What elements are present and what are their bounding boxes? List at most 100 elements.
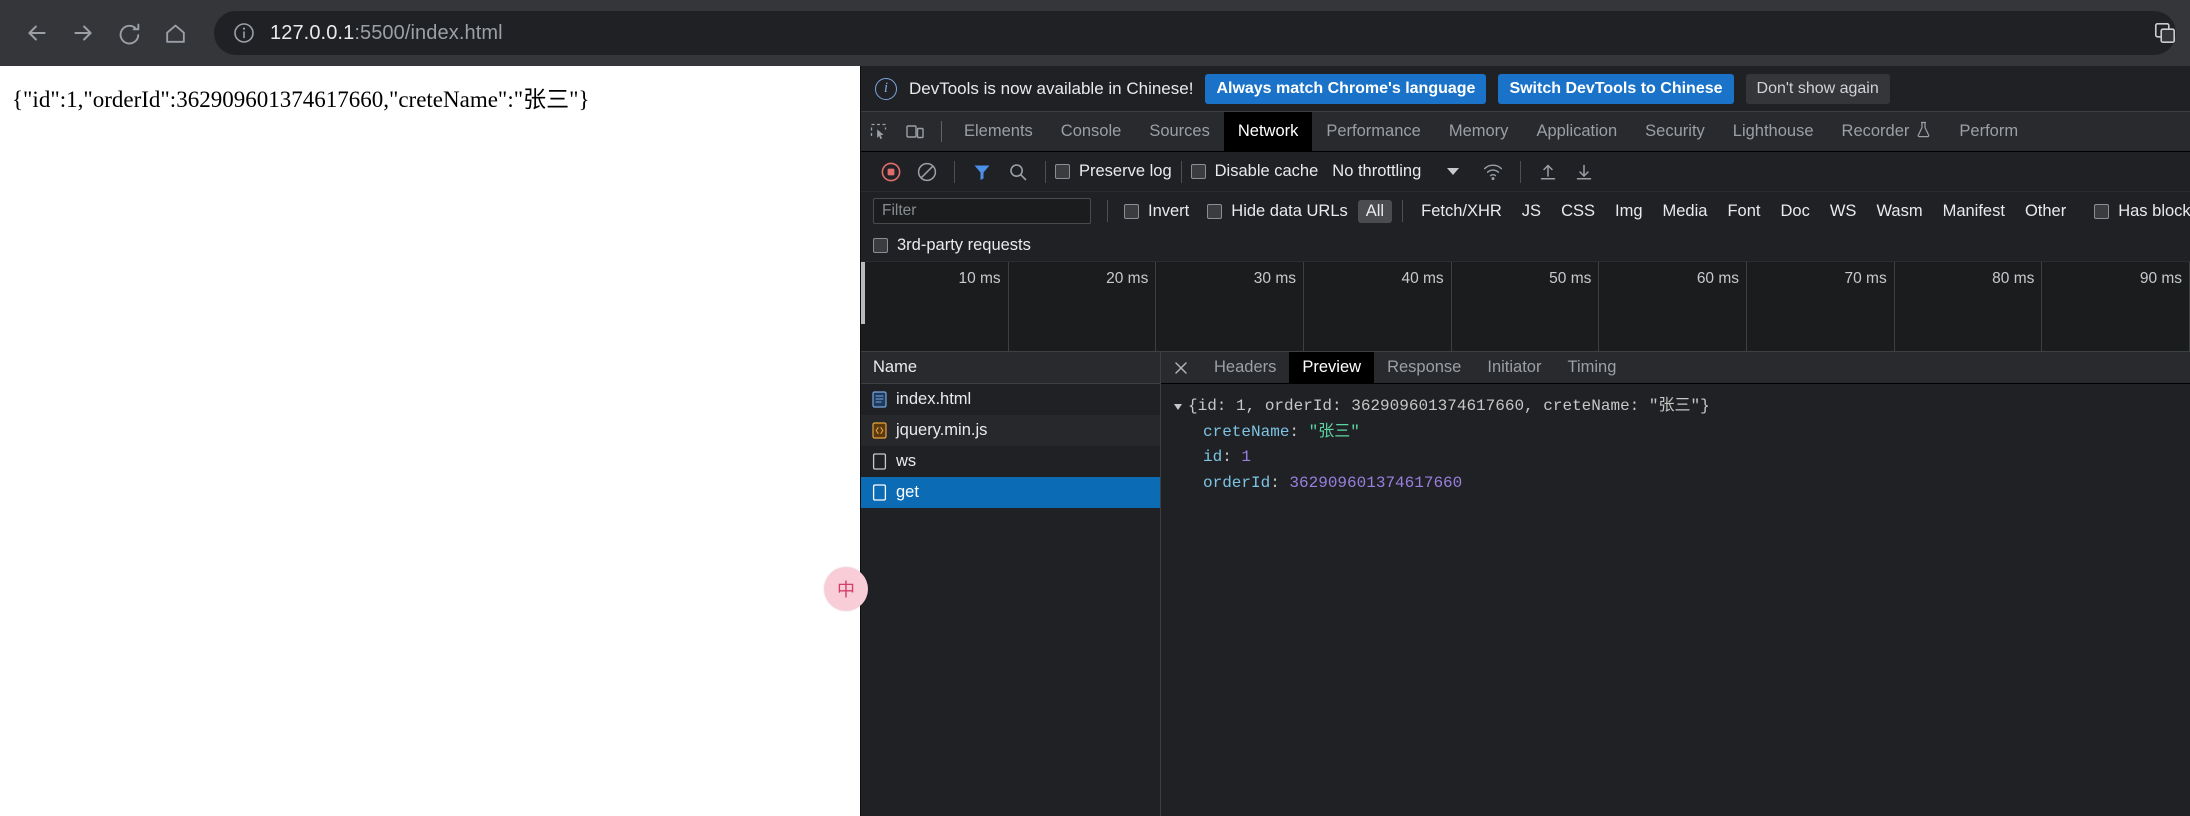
tab-response[interactable]: Response	[1374, 352, 1474, 383]
table-row[interactable]: jquery.min.js	[861, 415, 1160, 446]
timeline-tick-label: 60 ms	[1696, 270, 1740, 287]
chevron-down-icon[interactable]	[1447, 168, 1460, 175]
request-name: index.html	[896, 390, 972, 408]
network-conditions-icon[interactable]	[1475, 156, 1511, 188]
toolbar-divider	[1107, 200, 1108, 222]
toolbar-divider	[1180, 160, 1182, 183]
reload-icon[interactable]	[106, 10, 152, 56]
checkbox-box[interactable]	[873, 238, 888, 253]
search-icon[interactable]	[1000, 156, 1036, 188]
disclosure-triangle-icon[interactable]	[1174, 403, 1182, 410]
clear-network-icon[interactable]	[909, 156, 945, 188]
filter-type-wasm[interactable]: Wasm	[1868, 200, 1930, 223]
tab-timing[interactable]: Timing	[1554, 352, 1629, 383]
home-icon[interactable]	[152, 10, 198, 56]
tab-preview[interactable]: Preview	[1289, 352, 1375, 383]
disable-cache-checkbox[interactable]: Disable cache	[1190, 162, 1318, 181]
has-blocked-checkbox[interactable]: Has blocked	[2094, 202, 2190, 221]
timeline-tick-label: 90 ms	[2139, 270, 2183, 287]
timeline-tick-label: 10 ms	[958, 270, 1001, 287]
tab-recorder-label: Recorder	[1841, 122, 1910, 140]
tab-sources[interactable]: Sources	[1135, 112, 1224, 151]
json-key: id	[1203, 448, 1223, 467]
tab-headers[interactable]: Headers	[1201, 352, 1289, 383]
tab-console[interactable]: Console	[1047, 112, 1136, 151]
tab-performance-insights[interactable]: Perform	[1945, 112, 2032, 151]
device-toolbar-icon[interactable]	[897, 112, 933, 151]
tab-security[interactable]: Security	[1631, 112, 1719, 151]
switch-devtools-to-chinese-button[interactable]: Switch DevTools to Chinese	[1498, 73, 1734, 104]
invert-label: Invert	[1148, 201, 1190, 220]
back-icon[interactable]	[14, 10, 60, 56]
filter-type-all[interactable]: All	[1357, 199, 1393, 223]
timeline-tick-label: 70 ms	[1844, 270, 1887, 287]
toolbar-divider	[1520, 160, 1522, 183]
close-icon[interactable]	[1161, 352, 1201, 383]
inspect-element-icon[interactable]	[861, 112, 897, 151]
table-row[interactable]: index.html	[861, 384, 1160, 415]
flask-icon	[1916, 121, 1931, 143]
third-party-requests-checkbox[interactable]: 3rd-party requests	[873, 236, 1031, 255]
extensions-icon[interactable]	[2148, 16, 2182, 50]
always-match-chrome-language-button[interactable]: Always match Chrome's language	[1205, 73, 1487, 104]
has-blocked-label: Has blocked	[2118, 201, 2190, 220]
toolbar-divider	[941, 121, 942, 142]
forward-icon[interactable]	[60, 10, 106, 56]
checkbox-box[interactable]	[1207, 203, 1223, 219]
tab-recorder[interactable]: Recorder	[1828, 112, 1946, 151]
filter-funnel-icon[interactable]	[964, 156, 1000, 188]
network-filter-row: Invert Hide data URLs All Fetch/XHR JS C…	[861, 192, 2190, 230]
checkbox-box[interactable]	[1124, 203, 1139, 219]
address-host: 127.0.0.1	[270, 21, 355, 44]
json-root-line[interactable]: {id: 1, orderId: 362909601374617660, cre…	[1174, 394, 2176, 420]
tab-initiator[interactable]: Initiator	[1474, 352, 1554, 383]
filter-input[interactable]	[873, 198, 1091, 224]
filter-type-manifest[interactable]: Manifest	[1935, 200, 2013, 223]
json-key: creteName	[1203, 422, 1290, 441]
request-detail-tabs: Headers Preview Response Initiator Timin…	[1161, 352, 2190, 384]
script-icon	[871, 422, 887, 440]
tab-elements[interactable]: Elements	[950, 112, 1047, 151]
filter-type-ws[interactable]: WS	[1822, 200, 1865, 223]
preserve-log-checkbox[interactable]: Preserve log	[1055, 162, 1172, 181]
hide-data-urls-checkbox[interactable]: Hide data URLs	[1207, 202, 1348, 221]
filter-type-img[interactable]: Img	[1607, 200, 1651, 223]
tab-network[interactable]: Network	[1223, 112, 1313, 151]
tab-application[interactable]: Application	[1522, 112, 1631, 151]
export-har-icon[interactable]	[1566, 156, 1602, 188]
json-colon: :	[1222, 448, 1242, 467]
checkbox-box[interactable]	[1190, 164, 1206, 179]
tab-memory[interactable]: Memory	[1435, 112, 1523, 151]
filter-type-css[interactable]: CSS	[1553, 200, 1603, 223]
filter-type-media[interactable]: Media	[1655, 200, 1716, 223]
table-row[interactable]: ws	[861, 446, 1160, 477]
json-entry: id: 1	[1175, 445, 2176, 471]
filter-type-js[interactable]: JS	[1514, 200, 1549, 223]
tab-performance[interactable]: Performance	[1312, 112, 1434, 151]
timeline-tick-label: 50 ms	[1549, 270, 1592, 287]
throttling-dropdown[interactable]: No throttling	[1332, 162, 1460, 181]
table-row[interactable]: get	[861, 477, 1160, 508]
timeline-segment: 70 ms	[1747, 262, 1895, 351]
filter-type-other[interactable]: Other	[2017, 200, 2074, 223]
import-har-icon[interactable]	[1530, 156, 1566, 188]
network-overview-timeline[interactable]: 10 ms 20 ms 30 ms 40 ms 50 ms 60 ms 70 m…	[861, 262, 2190, 352]
json-colon: :	[1289, 422, 1309, 441]
info-circle-icon[interactable]	[232, 21, 256, 45]
record-stop-icon[interactable]	[873, 156, 909, 188]
address-path: :5500/index.html	[354, 21, 503, 44]
tab-lighthouse[interactable]: Lighthouse	[1719, 112, 1828, 151]
checkbox-box[interactable]	[1055, 164, 1070, 179]
json-value: "张三"	[1308, 422, 1360, 441]
filter-type-font[interactable]: Font	[1719, 200, 1768, 223]
filter-type-doc[interactable]: Doc	[1773, 200, 1818, 223]
invert-checkbox[interactable]: Invert	[1124, 202, 1189, 221]
address-bar[interactable]: 127.0.0.1:5500/index.html	[214, 11, 2176, 55]
checkbox-box[interactable]	[2094, 203, 2110, 219]
ime-floating-badge[interactable]: 中	[824, 567, 868, 611]
dont-show-again-button[interactable]: Don't show again	[1745, 73, 1890, 104]
request-list-header[interactable]: Name	[861, 352, 1160, 384]
filter-type-fetch-xhr[interactable]: Fetch/XHR	[1413, 200, 1510, 223]
browser-toolbar-right	[2148, 0, 2182, 66]
timeline-segment: 60 ms	[1599, 262, 1748, 351]
